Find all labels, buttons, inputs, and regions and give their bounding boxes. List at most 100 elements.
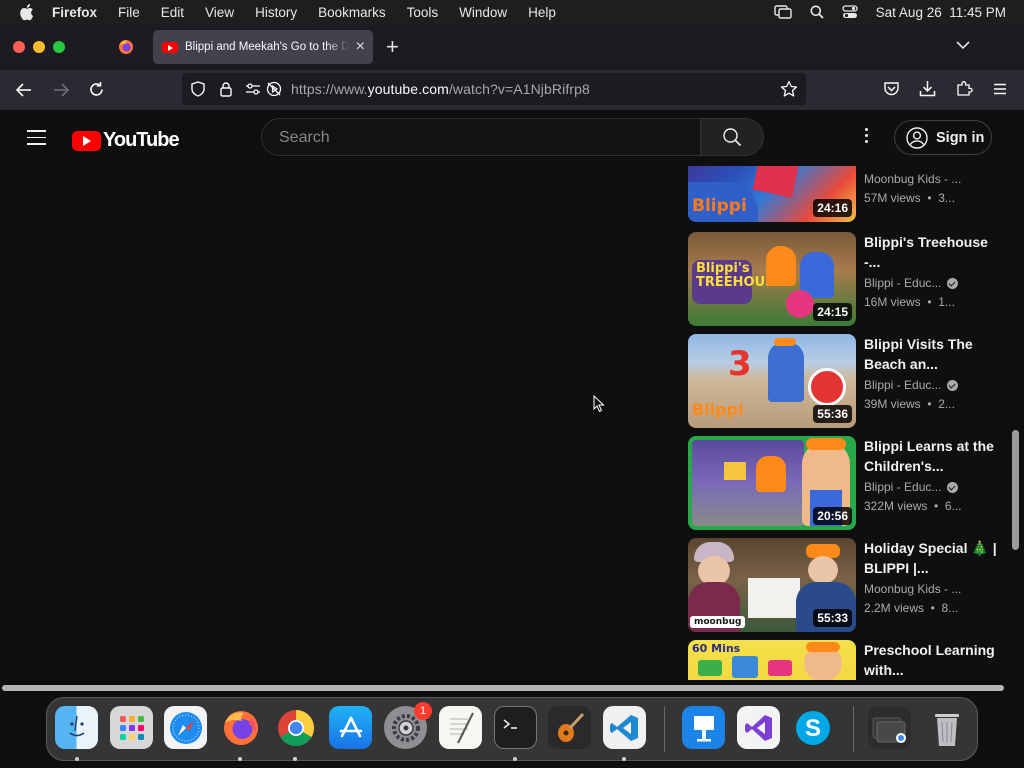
extensions-puzzle-icon[interactable] [956, 80, 973, 97]
video-item[interactable]: 3 Blippi 55:36 Blippi Visits The Beach a… [688, 334, 1008, 430]
forward-button[interactable] [52, 82, 70, 98]
settings-kebab-icon[interactable] [863, 128, 869, 148]
video-title[interactable]: Holiday Special 🎄 | BLIPPI |... [864, 538, 1004, 578]
video-item[interactable]: Blippi 24:16 Moonbug Kids - ... 57M view… [688, 166, 1008, 224]
url-text[interactable]: https://www.youtube.com/watch?v=A1NjbRif… [291, 81, 590, 97]
video-title[interactable]: Preschool Learning with... [864, 640, 1004, 680]
vscode-dock-icon[interactable] [603, 706, 646, 749]
tracking-protection-shield-icon[interactable] [191, 81, 205, 97]
dock-running-indicator [622, 757, 626, 761]
app-store-dock-icon[interactable] [329, 706, 372, 749]
video-thumbnail[interactable]: Blippi 24:16 [688, 166, 856, 222]
menu-tools[interactable]: Tools [407, 5, 439, 20]
video-item[interactable]: moonbug 55:33 Holiday Special 🎄 | BLIPPI… [688, 538, 1008, 634]
apple-menu-icon[interactable] [18, 3, 34, 21]
channel-name: Moonbug Kids - ... [864, 582, 962, 596]
channel-name: Blippi - Educ... [864, 480, 942, 494]
search-icon [723, 128, 742, 147]
video-title[interactable]: Blippi's Treehouse -... [864, 232, 1004, 272]
video-channel[interactable]: Moonbug Kids - ... [864, 582, 1004, 596]
downloads-icon[interactable] [919, 80, 936, 97]
verified-badge-icon [947, 481, 959, 493]
video-title[interactable]: Blippi Learns at the Children's... [864, 436, 1004, 476]
search-button[interactable] [700, 118, 764, 156]
terminal-dock-icon[interactable] [494, 706, 537, 749]
launchpad-dock-icon[interactable] [110, 706, 153, 749]
spotlight-search-icon[interactable] [810, 5, 824, 19]
menu-history[interactable]: History [255, 5, 297, 20]
youtube-favicon-icon [162, 41, 178, 53]
video-stats: 322M views • 6... [864, 499, 962, 513]
autoplay-blocked-icon[interactable] [266, 81, 282, 97]
new-tab-button[interactable]: + [386, 36, 399, 58]
menu-bar-clock[interactable]: Sat Aug 26 11:45 PM [876, 5, 1006, 20]
safari-dock-icon[interactable] [164, 706, 207, 749]
screen-mirroring-icon[interactable] [773, 5, 792, 19]
video-metadata: Blippi's Treehouse -... Blippi - Educ...… [864, 232, 1004, 309]
video-channel[interactable]: Blippi - Educ... [864, 276, 1004, 290]
firefox-dock-icon[interactable] [219, 706, 262, 749]
search-box[interactable] [261, 118, 701, 156]
video-duration: 55:33 [813, 609, 852, 627]
search-input[interactable] [277, 128, 681, 148]
video-metadata: Blippi Visits The Beach an... Blippi - E… [864, 334, 1004, 411]
video-thumbnail[interactable]: 60 Mins [688, 640, 856, 680]
dock-separator [664, 706, 665, 752]
list-all-tabs-chevron-icon[interactable] [955, 40, 971, 50]
video-channel[interactable]: Moonbug Kids - ... [864, 172, 1004, 186]
skype-dock-icon[interactable]: S [791, 706, 834, 749]
video-channel[interactable]: Blippi - Educ... [864, 378, 1004, 392]
video-item[interactable]: 20:56 Blippi Learns at the Children's...… [688, 436, 1008, 532]
textedit-dock-icon[interactable] [439, 706, 482, 749]
video-item[interactable]: 60 Mins Preschool Learning with... [688, 640, 1008, 680]
finder-dock-icon[interactable] [55, 706, 98, 749]
video-thumbnail[interactable]: 20:56 [688, 436, 856, 530]
url-path: /watch?v=A1NjbRifrp8 [448, 81, 590, 97]
pocket-icon[interactable] [883, 81, 900, 97]
launchpad-grid-icon [119, 715, 144, 740]
url-bar[interactable]: https://www.youtube.com/watch?v=A1NjbRif… [182, 73, 806, 105]
menu-app-name[interactable]: Firefox [52, 5, 97, 20]
tab-close-icon[interactable]: × [356, 39, 365, 55]
youtube-logo[interactable]: YouTube [72, 129, 180, 152]
lock-icon[interactable] [220, 81, 232, 97]
video-thumbnail[interactable]: moonbug 55:33 [688, 538, 856, 632]
app-menu-hamburger-icon[interactable] [993, 83, 1007, 95]
reload-button[interactable] [88, 81, 105, 98]
garageband-dock-icon[interactable] [548, 706, 591, 749]
permissions-icon[interactable] [245, 82, 261, 96]
menu-bookmarks[interactable]: Bookmarks [318, 5, 386, 20]
svg-text:S: S [804, 715, 820, 742]
pinned-tab[interactable] [110, 32, 142, 62]
chrome-dock-icon[interactable] [274, 706, 317, 749]
window-minimize-button[interactable] [33, 41, 45, 53]
video-item[interactable]: Blippi's TREEHOUSE 24:15 Blippi's Treehou… [688, 232, 1008, 328]
page-horizontal-scrollbar[interactable] [2, 685, 1004, 691]
menu-view[interactable]: View [205, 5, 234, 20]
video-thumbnail[interactable]: 3 Blippi 55:36 [688, 334, 856, 428]
dock-running-indicator [238, 757, 242, 761]
trash-dock-icon[interactable] [925, 706, 968, 749]
control-center-icon[interactable] [842, 5, 858, 19]
video-title[interactable]: Blippi Visits The Beach an... [864, 334, 1004, 374]
window-close-button[interactable] [13, 41, 25, 53]
tab-active[interactable]: Blippi and Meekah's Go to the Dentist × [153, 30, 373, 64]
window-zoom-button[interactable] [53, 41, 65, 53]
video-thumbnail[interactable]: Blippi's TREEHOUSE 24:15 [688, 232, 856, 326]
downloads-stack-dock-icon[interactable] [868, 706, 911, 749]
bookmark-star-icon[interactable] [780, 80, 798, 98]
back-button[interactable] [15, 82, 33, 98]
keynote-dock-icon[interactable] [682, 706, 725, 749]
guide-menu-icon[interactable] [27, 130, 46, 145]
video-channel[interactable]: Blippi - Educ... [864, 480, 1004, 494]
page-vertical-scrollbar[interactable] [1012, 430, 1019, 550]
url-host: youtube.com [367, 81, 449, 97]
menu-edit[interactable]: Edit [161, 5, 184, 20]
account-circle-icon [906, 126, 928, 149]
visual-studio-dock-icon[interactable] [737, 706, 780, 749]
video-title[interactable] [864, 166, 1004, 168]
menu-window[interactable]: Window [459, 5, 507, 20]
sign-in-button[interactable]: Sign in [894, 120, 992, 155]
menu-help[interactable]: Help [528, 5, 556, 20]
menu-file[interactable]: File [118, 5, 140, 20]
